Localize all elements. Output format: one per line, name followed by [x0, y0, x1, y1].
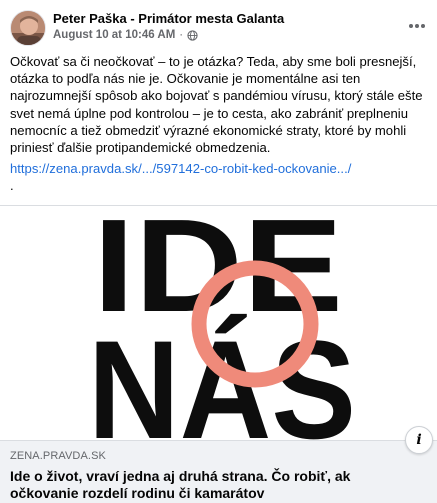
more-horizontal-icon: [409, 24, 413, 28]
link-title[interactable]: Ide o život, vraví jedna aj druhá strana…: [10, 468, 420, 502]
info-icon: i: [416, 432, 422, 448]
more-options-button[interactable]: [404, 16, 430, 36]
post-link[interactable]: https://zena.pravda.sk/.../597142-co-rob…: [10, 161, 351, 176]
globe-icon[interactable]: [187, 29, 198, 41]
post-header: Peter Paška - Primátor mesta Galanta Aug…: [10, 10, 430, 46]
author-name[interactable]: Peter Paška - Primátor mesta Galanta: [53, 11, 284, 26]
more-horizontal-icon-dot: [415, 24, 419, 28]
ide-o-nas-artwork: IDE NÁS: [88, 206, 356, 440]
post-trailing-dot: .: [10, 178, 14, 193]
link-domain: ZENA.PRAVDA.SK: [10, 450, 106, 462]
post-timestamp[interactable]: August 10 at 10:46 AM: [53, 29, 175, 41]
post-body-text: Očkovať sa či neočkovať – to je otázka? …: [10, 54, 423, 156]
author-avatar[interactable]: [10, 10, 46, 46]
meta-separator: ·: [179, 29, 184, 41]
avatar-photo: [11, 11, 45, 45]
info-button[interactable]: i: [405, 426, 433, 454]
link-preview-card[interactable]: ZENA.PRAVDA.SK Ide o život, vraví jedna …: [0, 440, 437, 503]
post-meta: August 10 at 10:46 AM ·: [53, 29, 198, 41]
more-horizontal-icon-dot: [421, 24, 425, 28]
link-preview-image[interactable]: IDE NÁS: [0, 206, 437, 440]
